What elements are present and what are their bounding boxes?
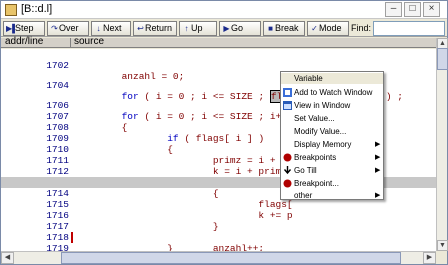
context-menu: Variable Add to Watch Window View in Win… bbox=[280, 71, 384, 200]
scroll-right-arrow-icon[interactable]: ▶ bbox=[423, 252, 436, 264]
source-line[interactable]: 1702 anzahl = 0; bbox=[1, 49, 436, 82]
column-header: addr/line source bbox=[1, 36, 436, 48]
vertical-scrollbar[interactable]: ▲ ▼ bbox=[436, 38, 448, 251]
over-icon: ↷ bbox=[51, 24, 58, 33]
title-bar[interactable]: [B::d.l] – □ × bbox=[1, 1, 447, 19]
menu-item-display-memory[interactable]: Display Memory ▶ bbox=[281, 139, 383, 150]
menu-item-go-till[interactable]: Go Till ▶ bbox=[281, 165, 383, 176]
submenu-arrow-icon: ▶ bbox=[375, 167, 381, 174]
mode-button[interactable]: ✓Mode bbox=[307, 21, 349, 36]
window-title: [B::d.l] bbox=[21, 3, 53, 15]
addr-line-column-header[interactable]: addr/line bbox=[5, 36, 43, 47]
debugger-window: [B::d.l] – □ × ▶▌Step ↷Over ↓ Next ↩Retur… bbox=[0, 0, 448, 265]
source-line[interactable]: 1717 anzahl++; bbox=[1, 210, 436, 251]
menu-item-set-value[interactable]: Set Value... bbox=[281, 113, 383, 124]
step-icon: ▶▌ bbox=[6, 24, 18, 33]
go-icon: ▶ bbox=[223, 24, 230, 33]
break-button[interactable]: ■ Break bbox=[263, 21, 305, 36]
mode-icon: ✓ bbox=[311, 24, 318, 33]
submenu-arrow-icon: ▶ bbox=[375, 192, 381, 199]
source-line[interactable]: 1718 } bbox=[1, 221, 436, 251]
menu-item-variable: Variable bbox=[281, 73, 383, 84]
close-button[interactable]: × bbox=[423, 2, 440, 17]
breakpoint-icon bbox=[283, 179, 292, 188]
menu-item-add-to-watch-window[interactable]: Add to Watch Window bbox=[281, 87, 383, 98]
source-line[interactable] bbox=[1, 243, 436, 251]
return-icon: ↩ bbox=[137, 24, 144, 33]
menu-item-breakpoints[interactable]: Breakpoints ▶ bbox=[281, 152, 383, 163]
submenu-arrow-icon: ▶ bbox=[375, 141, 381, 148]
source-column-header[interactable]: source bbox=[74, 36, 104, 47]
maximize-button[interactable]: □ bbox=[404, 2, 421, 17]
menu-item-other[interactable]: other ▶ bbox=[281, 190, 383, 201]
source-line[interactable]: 1719 } bbox=[1, 232, 436, 251]
next-icon: ↓ bbox=[96, 24, 101, 33]
app-icon bbox=[5, 4, 17, 16]
scroll-down-arrow-icon[interactable]: ▼ bbox=[437, 240, 448, 251]
find-label: Find: bbox=[351, 23, 372, 33]
up-button[interactable]: ↑ Up bbox=[179, 21, 217, 36]
next-button[interactable]: ↓ Next bbox=[91, 21, 131, 36]
vertical-scroll-thumb[interactable] bbox=[437, 48, 448, 70]
menu-item-modify-value[interactable]: Modify Value... bbox=[281, 126, 383, 137]
go-till-icon bbox=[283, 166, 292, 175]
up-icon: ↑ bbox=[184, 24, 189, 33]
breakpoints-icon bbox=[283, 153, 292, 162]
go-button[interactable]: ▶Go bbox=[219, 21, 261, 36]
minimize-button[interactable]: – bbox=[385, 2, 402, 17]
find-input[interactable] bbox=[373, 21, 445, 36]
submenu-arrow-icon: ▶ bbox=[375, 154, 381, 161]
return-button[interactable]: ↩Return bbox=[133, 21, 177, 36]
view-icon bbox=[283, 101, 292, 110]
over-button[interactable]: ↷Over bbox=[47, 21, 89, 36]
break-icon: ■ bbox=[268, 24, 273, 33]
scroll-left-arrow-icon[interactable]: ◀ bbox=[1, 252, 14, 264]
watch-icon bbox=[283, 88, 292, 97]
column-separator[interactable] bbox=[70, 38, 71, 48]
step-button[interactable]: ▶▌Step bbox=[3, 21, 45, 36]
resize-grip-icon[interactable] bbox=[436, 251, 447, 264]
toolbar: ▶▌Step ↷Over ↓ Next ↩Return ↑ Up ▶Go ■ Brea… bbox=[1, 20, 447, 37]
horizontal-scrollbar[interactable]: ◀ ▶ bbox=[1, 251, 436, 264]
horizontal-scroll-thumb[interactable] bbox=[61, 252, 401, 264]
menu-item-breakpoint[interactable]: Breakpoint... bbox=[281, 178, 383, 189]
menu-item-view-in-window[interactable]: View in Window bbox=[281, 100, 383, 111]
